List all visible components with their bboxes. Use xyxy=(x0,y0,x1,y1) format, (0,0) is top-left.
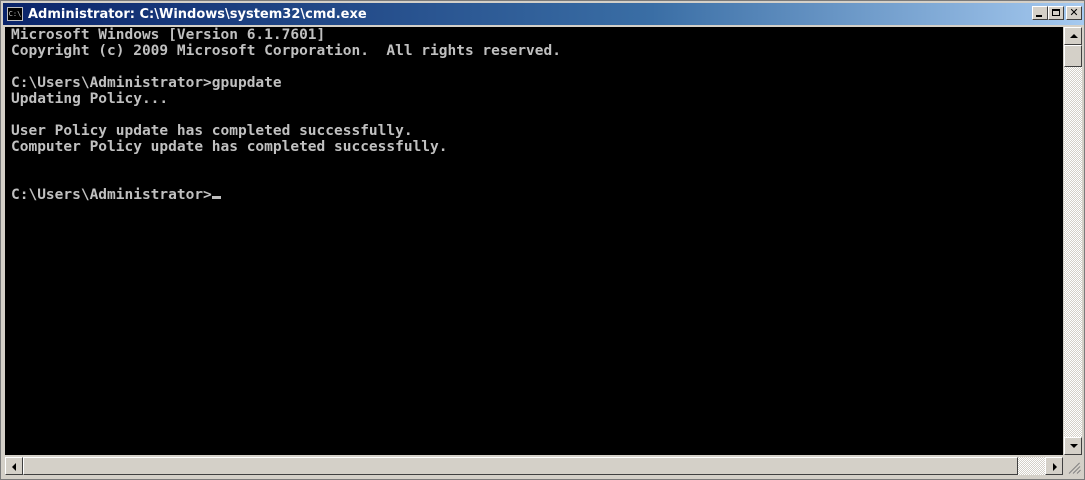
text-cursor xyxy=(211,196,221,199)
vertical-scroll-thumb[interactable] xyxy=(1064,45,1082,67)
window-title: Administrator: C:\Windows\system32\cmd.e… xyxy=(28,6,367,22)
close-icon: ✕ xyxy=(1069,6,1079,19)
scroll-left-button[interactable] xyxy=(5,457,23,475)
maximize-icon xyxy=(1052,9,1060,16)
horizontal-scroll-track[interactable] xyxy=(1018,457,1045,475)
horizontal-scrollbar[interactable] xyxy=(5,457,1063,475)
horizontal-scroll-thumb[interactable] xyxy=(23,457,1018,475)
minimize-icon xyxy=(1036,15,1042,17)
left-arrow-icon xyxy=(12,463,16,471)
title-bar[interactable]: C:\ Administrator: C:\Windows\system32\c… xyxy=(3,3,1084,25)
console-output[interactable]: Microsoft Windows [Version 6.1.7601] Copy… xyxy=(5,27,1063,455)
console-line: Microsoft Windows [Version 6.1.7601] xyxy=(11,27,326,43)
vertical-scrollbar[interactable] xyxy=(1064,27,1082,455)
scroll-down-button[interactable] xyxy=(1064,437,1082,455)
grip-line xyxy=(1076,469,1081,474)
caption-buttons: ✕ xyxy=(1032,6,1082,20)
prompt-line[interactable]: C:\Users\Administrator> xyxy=(11,187,1063,203)
close-button[interactable]: ✕ xyxy=(1066,6,1082,20)
console-text: Microsoft Windows [Version 6.1.7601] Copy… xyxy=(5,27,1063,203)
cmd-icon[interactable]: C:\ xyxy=(7,7,23,21)
console-line: C:\Users\Administrator>gpupdate xyxy=(11,75,282,91)
resize-grip[interactable] xyxy=(1064,457,1082,475)
console-line: Computer Policy update has completed suc… xyxy=(11,139,448,155)
maximize-button[interactable] xyxy=(1048,6,1064,20)
scroll-up-button[interactable] xyxy=(1064,27,1082,45)
cmd-window: C:\ Administrator: C:\Windows\system32\c… xyxy=(0,0,1085,480)
up-arrow-icon xyxy=(1070,34,1078,38)
prompt-text: C:\Users\Administrator> xyxy=(11,187,212,203)
console-line: Copyright (c) 2009 Microsoft Corporation… xyxy=(11,43,561,59)
right-arrow-icon xyxy=(1053,463,1057,471)
down-arrow-icon xyxy=(1070,444,1078,448)
console-line: User Policy update has completed success… xyxy=(11,123,413,139)
scroll-right-button[interactable] xyxy=(1045,457,1063,475)
minimize-button[interactable] xyxy=(1032,6,1048,20)
console-line: Updating Policy... xyxy=(11,91,169,107)
